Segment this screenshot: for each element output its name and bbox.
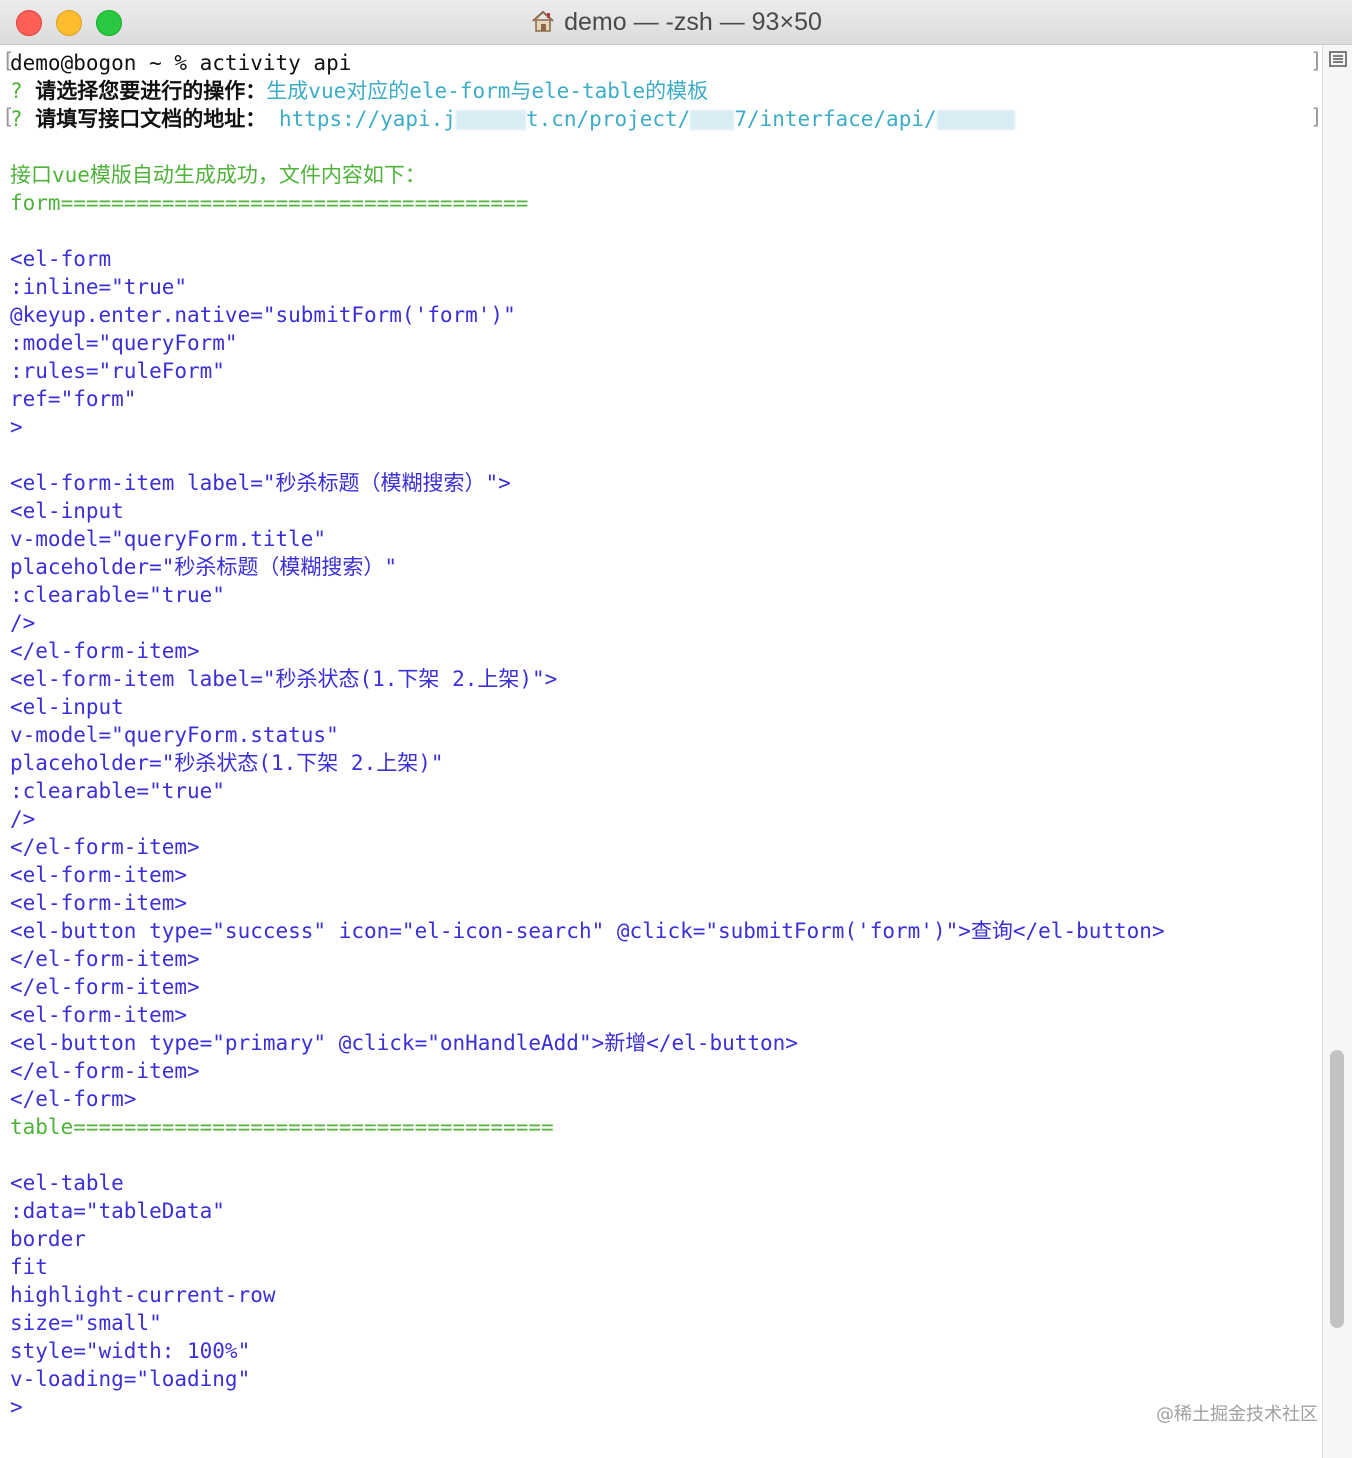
table-code-line: size="small" (10, 1311, 162, 1335)
question-answer: 生成vue对应的ele-form与ele-table的模板 (266, 79, 709, 103)
table-code-line: fit (10, 1255, 48, 1279)
form-code-line: /> (10, 611, 36, 635)
mark-bracket-right: ] (1310, 105, 1322, 129)
question-mark: ? (10, 107, 36, 131)
prompt-line: demo@bogon ~ % activity api (10, 51, 352, 75)
table-code-line: highlight-current-row (10, 1283, 276, 1307)
mark-bracket-right: ] (1310, 49, 1322, 73)
form-code-line: :model="queryForm" (10, 331, 238, 355)
question-line-2: ? 请填写接口文档的地址： https://yapi.j t.cn/project… (10, 105, 1015, 133)
redacted-text (455, 110, 526, 130)
form-code-line: </el-form-item> (10, 975, 200, 999)
redacted-text (690, 110, 735, 130)
form-code-line: <el-form-item label="秒杀状态(1.下架 2.上架)"> (10, 667, 558, 691)
table-code-line: :data="tableData" (10, 1199, 225, 1223)
form-code-line: </el-form> (10, 1087, 137, 1111)
table-code-line: <el-table (10, 1171, 124, 1195)
home-icon (530, 9, 556, 40)
form-code-line: <el-form-item label="秒杀标题（模糊搜索）"> (10, 471, 511, 495)
url-mid1: t.cn/project/ (525, 107, 691, 131)
form-code-line: :clearable="true" (10, 779, 225, 803)
form-code-line: :inline="true" (10, 275, 188, 299)
form-code-line: </el-form-item> (10, 947, 200, 971)
terminal-output[interactable]: [ ] demo@bogon ~ % activity api ? 请选择您要进… (0, 45, 1322, 1458)
table-code-line: border (10, 1227, 86, 1251)
form-code-line: <el-button type="success" icon="el-icon-… (10, 919, 1165, 943)
scrollbar-thumb[interactable] (1330, 1050, 1344, 1328)
form-code-line: /> (10, 807, 36, 831)
success-message: 接口vue模版自动生成成功，文件内容如下： (10, 163, 426, 187)
form-code-line: </el-form-item> (10, 835, 200, 859)
window-title-area: demo — -zsh — 93×50 (0, 8, 1352, 40)
url-prefix: https://yapi.j (266, 107, 456, 131)
form-code-line: v-model="queryForm.status" (10, 723, 339, 747)
table-code-line: style="width: 100%" (10, 1339, 251, 1363)
form-code-line: v-model="queryForm.title" (10, 527, 327, 551)
form-code-line: <el-form-item> (10, 863, 188, 887)
form-code-line: ref="form" (10, 387, 137, 411)
question-label: 请填写接口文档的地址： (35, 107, 267, 131)
form-code-line: :clearable="true" (10, 583, 225, 607)
form-code-line: > (10, 415, 23, 439)
form-code-line: :rules="ruleForm" (10, 359, 225, 383)
terminal-window: demo — -zsh — 93×50 [ ] demo@bogon ~ % a… (0, 0, 1352, 1458)
title-bar: demo — -zsh — 93×50 (0, 0, 1352, 45)
form-code-line: @keyup.enter.native="submitForm('form')" (10, 303, 516, 327)
form-separator: form====================================… (10, 191, 529, 215)
form-code-line: <el-button type="primary" @click="onHand… (10, 1031, 798, 1055)
question-mark: ? (10, 79, 36, 103)
watermark: @稀土掘金技术社区 (1156, 1404, 1318, 1425)
redacted-text (936, 110, 1015, 130)
form-code-line: </el-form-item> (10, 1059, 200, 1083)
window-title: demo — -zsh — 93×50 (564, 8, 822, 36)
table-code-line: v-loading="loading" (10, 1367, 251, 1391)
question-label: 请选择您要进行的操作： (35, 79, 267, 103)
question-line-1: ? 请选择您要进行的操作：生成vue对应的ele-form与ele-table的… (10, 77, 708, 105)
form-code-line: <el-form-item> (10, 891, 188, 915)
url-mid2: 7/interface/api/ (734, 107, 937, 131)
list-icon[interactable] (1329, 51, 1347, 67)
form-code-line: placeholder="秒杀标题（模糊搜索）" (10, 555, 398, 579)
table-code-line: > (10, 1395, 23, 1419)
table-separator: table===================================… (10, 1115, 554, 1139)
form-code-line: </el-form-item> (10, 639, 200, 663)
form-code-line: <el-input (10, 499, 124, 523)
form-code-line: placeholder="秒杀状态(1.下架 2.上架)" (10, 751, 444, 775)
form-code-line: <el-input (10, 695, 124, 719)
form-code-line: <el-form-item> (10, 1003, 188, 1027)
form-code-line: <el-form (10, 247, 112, 271)
